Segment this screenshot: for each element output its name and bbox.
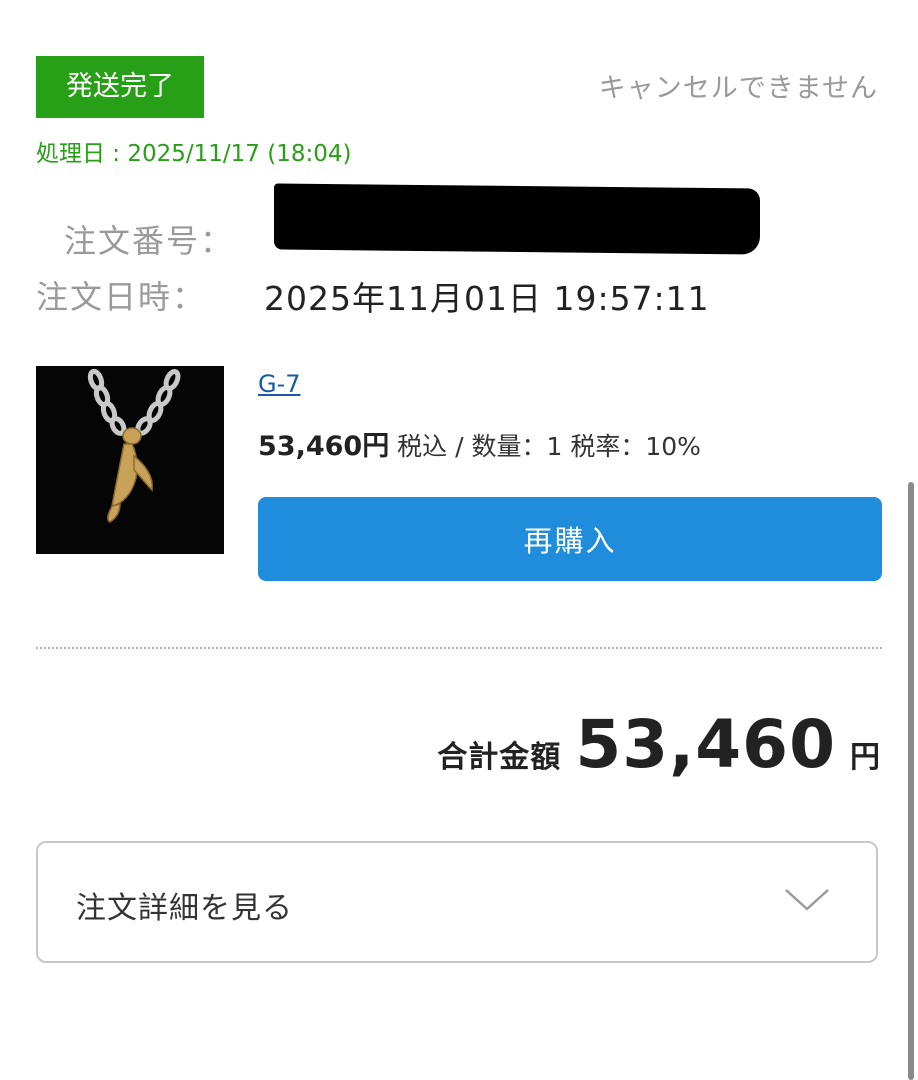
item-tax-quantity: 税込 / 数量：1 税率：10%	[389, 432, 701, 461]
rebuy-button[interactable]: 再購入	[258, 497, 882, 581]
item-price: 53,460円	[258, 431, 390, 462]
order-number-label: 注文番号：	[64, 222, 235, 260]
eagle-pendant-image	[36, 366, 224, 554]
order-details-toggle[interactable]: 注文詳細を見る	[36, 841, 878, 963]
cancel-unavailable-note: キャンセルできません	[598, 73, 878, 104]
order-details-label: 注文詳細を見る	[76, 891, 293, 926]
section-divider	[36, 647, 882, 649]
order-date-value: 2025年11月01日 19:57:11	[264, 279, 710, 318]
status-badge: 発送完了	[36, 56, 204, 118]
chevron-down-icon	[784, 887, 830, 917]
total-amount: 53,460	[575, 706, 836, 783]
order-total: 合計金額 53,460 円	[437, 706, 880, 783]
total-currency: 円	[850, 740, 880, 775]
order-date-label: 注文日時：	[36, 278, 207, 316]
processed-date: 処理日 : 2025/11/17 (18:04)	[36, 141, 352, 167]
scrollbar[interactable]	[908, 482, 914, 1080]
total-label: 合計金額	[437, 740, 562, 775]
price-info: 53,460円 税込 / 数量：1 税率：10%	[258, 424, 701, 463]
order-history-page: 発送完了 キャンセルできません 処理日 : 2025/11/17 (18:04)…	[0, 0, 918, 1080]
product-thumbnail[interactable]	[36, 366, 224, 554]
product-name-link[interactable]: G-7	[258, 370, 301, 398]
order-number-redacted	[274, 183, 760, 255]
